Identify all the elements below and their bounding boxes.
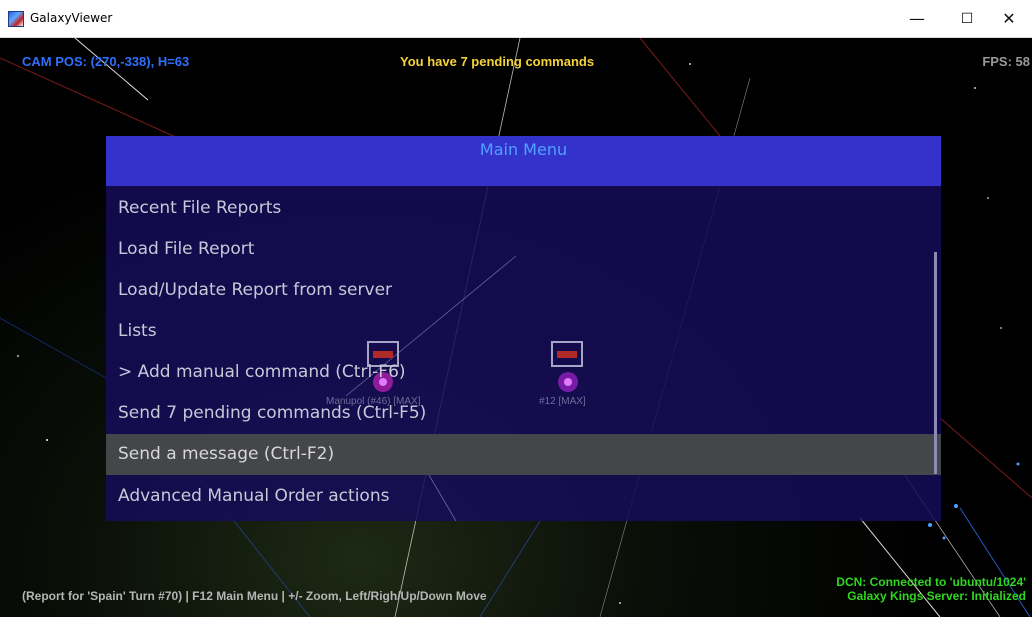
menu-title: Main Menu	[479, 140, 568, 159]
main-menu-dialog: Main Menu Manupol (#46) [MAX] #12 [MAX] …	[106, 136, 941, 521]
galaxy-map-viewport[interactable]: CAM POS: (270,-338), H=63 You have 7 pen…	[0, 38, 1032, 617]
menu-list: Manupol (#46) [MAX] #12 [MAX] Recent Fil…	[106, 186, 941, 521]
menu-header: Main Menu	[106, 136, 941, 186]
camera-position-readout: CAM POS: (270,-338), H=63	[22, 54, 190, 69]
menu-item-send-message[interactable]: Send a message (Ctrl-F2)	[106, 434, 941, 475]
menu-scrollbar[interactable]	[934, 252, 937, 474]
galaxyviewer-window: GalaxyViewer — ☐ ✕ CAM POS: (270,-338), …	[0, 0, 1032, 617]
galaxy-app-icon	[8, 11, 24, 27]
menu-item-recent-file-reports[interactable]: Recent File Reports	[106, 188, 941, 229]
minimize-button[interactable]: —	[894, 0, 940, 38]
menu-item-send-pending-commands[interactable]: Send 7 pending commands (Ctrl-F5)	[106, 393, 941, 434]
status-footer: (Report for 'Spain' Turn #70) | F12 Main…	[22, 589, 487, 603]
window-title: GalaxyViewer	[30, 11, 113, 25]
menu-item-load-update-report[interactable]: Load/Update Report from server	[106, 270, 941, 311]
fps-counter: FPS: 58	[982, 54, 1030, 69]
menu-item-advanced-manual-order[interactable]: Advanced Manual Order actions	[106, 476, 941, 517]
pending-commands-notice: You have 7 pending commands	[400, 54, 595, 69]
close-button[interactable]: ✕	[986, 0, 1032, 38]
connection-status: DCN: Connected to 'ubuntu/1024'	[836, 575, 1026, 589]
menu-item-load-file-report[interactable]: Load File Report	[106, 229, 941, 270]
menu-item-lists[interactable]: Lists	[106, 311, 941, 352]
menu-item-add-manual-command[interactable]: > Add manual command (Ctrl-F6)	[106, 352, 941, 393]
server-status: Galaxy Kings Server: Initialized	[847, 589, 1026, 603]
title-bar: GalaxyViewer — ☐ ✕	[0, 0, 1032, 38]
maximize-button[interactable]: ☐	[944, 0, 990, 38]
